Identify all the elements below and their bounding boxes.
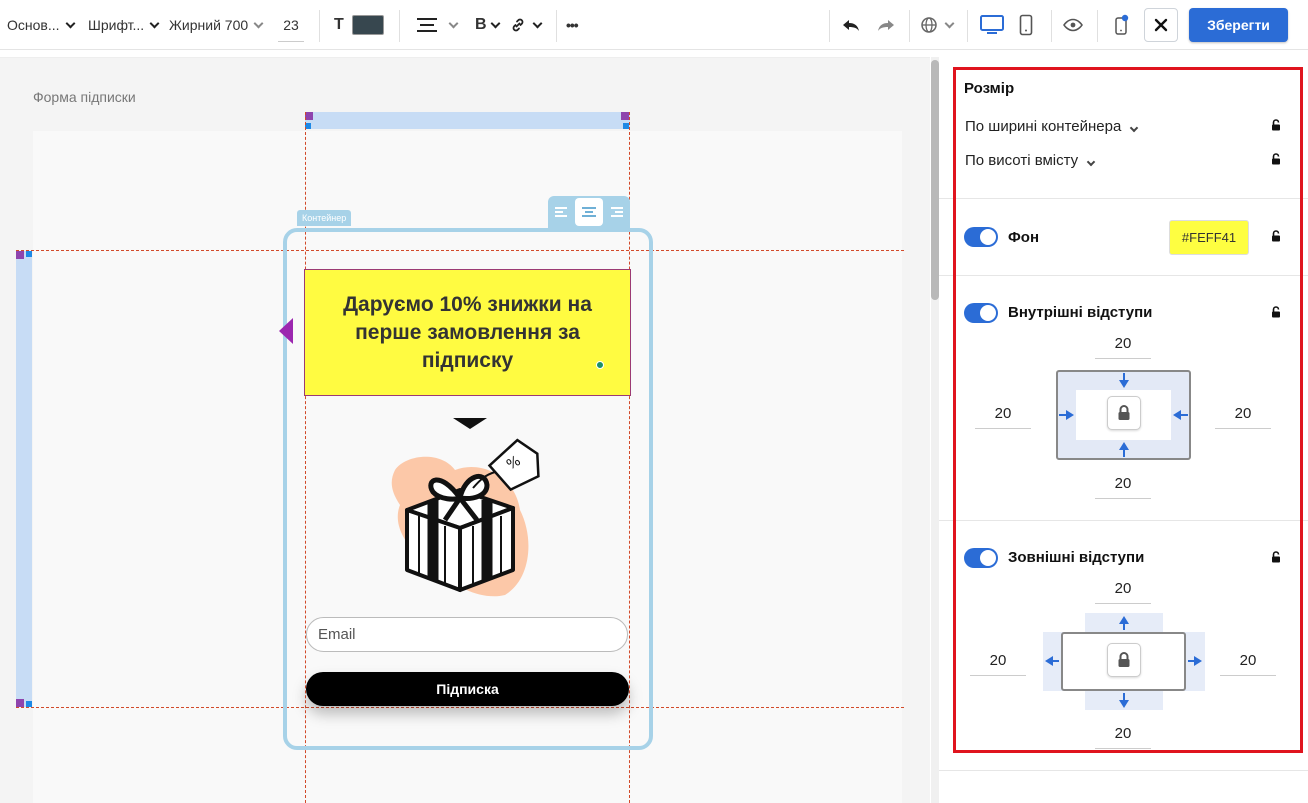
divider [967,10,968,42]
mobile-view-button[interactable] [1019,0,1033,50]
align-left-button[interactable] [552,201,574,223]
font-size-input[interactable]: 23 [278,10,304,42]
mobile-icon [1019,14,1033,36]
undo-button[interactable] [841,0,861,50]
anchor-dot[interactable] [596,361,604,369]
left-resize-handle[interactable] [16,251,32,707]
resize-corner[interactable] [305,112,313,120]
section-divider [939,770,1308,771]
divider [829,10,830,42]
font-weight-dropdown[interactable]: Жирний 700 [169,0,264,50]
section-title: Форма підписки [33,89,136,105]
text-color-picker[interactable]: T [334,0,384,50]
align-center-button[interactable] [574,198,603,226]
style-label: Основ... [7,17,60,33]
subscribe-button[interactable]: Підписка [306,672,629,706]
collapse-arrow-icon[interactable] [279,318,293,344]
email-input[interactable]: Email [306,617,628,652]
preview-button[interactable] [1063,0,1083,50]
top-resize-handle[interactable] [305,112,630,129]
chevron-down-icon [944,18,955,28]
redo-button[interactable] [876,0,896,50]
chevron-down-icon [65,18,75,28]
link-dropdown[interactable] [510,0,543,50]
font-family-dropdown[interactable]: Шрифт... [88,0,160,50]
text-color-swatch [351,15,384,35]
divider [319,10,320,42]
highlight-frame [953,67,1303,753]
desktop-view-button[interactable] [979,0,1005,50]
top-toolbar: Основ... Шрифт... Жирний 700 23 T B ••• [0,0,1308,50]
chevron-down-icon [149,18,160,28]
chevron-down-icon [532,18,543,28]
email-placeholder: Email [318,626,356,643]
resize-corner[interactable] [16,251,24,259]
mobile-test-button[interactable] [1114,0,1130,50]
save-button[interactable]: Зберегти [1189,8,1288,42]
resize-corner [26,251,32,257]
caret-down-icon [453,418,487,429]
chevron-down-icon [490,18,501,28]
text-align-dropdown[interactable] [416,0,459,50]
link-icon [512,18,524,32]
font-family-label: Шрифт... [88,17,145,33]
divider [1051,10,1052,42]
bold-icon: B [475,16,487,33]
divider [556,10,557,42]
resize-corner[interactable] [16,699,24,707]
style-dropdown[interactable]: Основ... [7,0,75,50]
container-tag: Контейнер [297,210,352,226]
redo-icon [878,20,894,31]
divider [1097,10,1098,42]
align-center-icon [417,18,437,32]
desktop-icon [980,15,1004,34]
font-weight-label: Жирний 700 [169,17,249,33]
phone-check-icon [1115,14,1129,35]
align-right-button[interactable] [604,201,626,223]
undo-icon [843,20,859,31]
divider [399,10,400,42]
container-align-toolbar [548,196,630,228]
gift-illustration: % [391,438,540,597]
chevron-down-icon [448,18,459,28]
close-button[interactable] [1144,8,1178,42]
divider [909,10,910,42]
chevron-down-icon [253,18,264,28]
eye-icon [1063,18,1083,32]
language-dropdown[interactable] [920,0,955,50]
headline-block[interactable]: Даруємо 10% знижки на перше замовлення з… [304,269,631,396]
bold-dropdown[interactable]: B [475,0,501,50]
close-icon [1154,18,1168,32]
more-options-button[interactable]: ••• [566,0,579,50]
canvas-scrollbar-thumb[interactable] [931,60,939,300]
text-color-icon: T [334,16,344,33]
resize-corner[interactable] [621,112,629,120]
globe-icon [921,17,937,33]
more-icon: ••• [566,17,579,33]
